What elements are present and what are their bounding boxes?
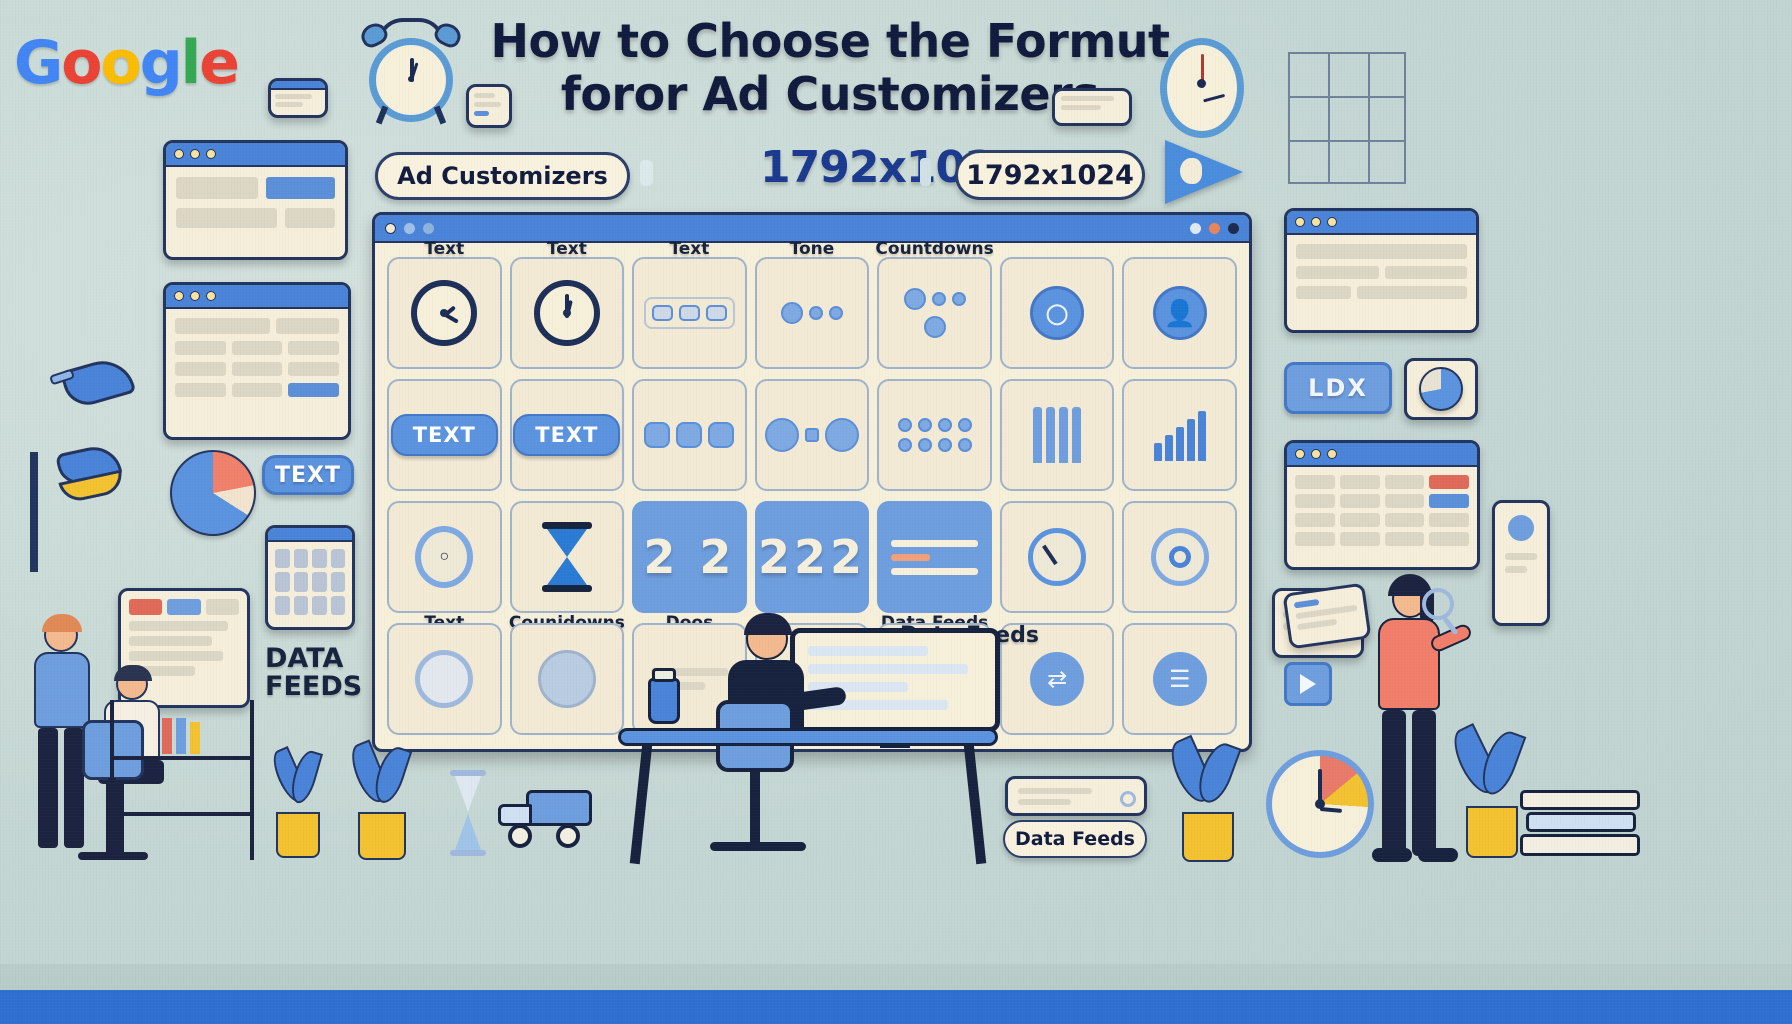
grid-cell-gauge[interactable]	[387, 623, 502, 735]
clock-bottom-right	[1266, 750, 1374, 858]
grid-cell-clock-1[interactable]: Text	[387, 239, 502, 369]
titlebar-dot-2[interactable]	[404, 222, 415, 234]
wall-clock-icon	[1160, 38, 1244, 138]
grid-cell-number-22[interactable]: Doos 2 2	[632, 501, 747, 633]
cell-label-r1c1: Text	[424, 239, 465, 259]
text-chip-left-label: TEXT	[274, 462, 341, 488]
grid-cell-clock-2[interactable]: Text	[509, 239, 625, 369]
grid-cell-text-button-1[interactable]: TEXT	[387, 379, 502, 491]
bar-chart-icon	[1153, 409, 1206, 461]
google-logo: Google	[14, 28, 240, 98]
infographic-canvas: Google How to Choose the Formut foror Ad…	[0, 0, 1792, 1024]
grid-cell-column-bars[interactable]	[999, 379, 1115, 491]
data-feeds-stack-line-1: DATA	[265, 643, 344, 674]
tablet-right	[1282, 582, 1372, 650]
title-line-1: How to Choose the Formut	[490, 14, 1171, 68]
grid-cell-toggles-1[interactable]: Tone	[754, 239, 870, 369]
bottom-data-feeds-pill[interactable]: Data Feeds	[1003, 820, 1147, 858]
grid-cell-nav-chips[interactable]	[632, 379, 747, 491]
logo-letter-l: l	[180, 28, 202, 98]
grid-cell-icon-matrix[interactable]	[877, 379, 992, 491]
play-triangle-icon[interactable]	[1165, 140, 1243, 204]
cell-label-r1c3: Text	[669, 239, 710, 259]
cell-label-r1c4: Tone	[789, 239, 835, 259]
text-chip-left[interactable]: TEXT	[262, 455, 354, 495]
doc-thumb-right	[1052, 88, 1132, 126]
titlebar-dot-max[interactable]	[1209, 222, 1220, 234]
grid-cell-countdowns[interactable]: Countdowns	[875, 239, 994, 369]
desk-lamp-lower	[28, 430, 168, 572]
cup-center	[648, 668, 682, 724]
right-play-tile[interactable]	[1284, 662, 1332, 706]
doc-thumb-left	[268, 78, 328, 118]
grid-cell-data-feeds[interactable]: Data Feeds	[877, 501, 992, 633]
bottom-strip	[0, 990, 1792, 1024]
logo-letter-e: e	[199, 28, 240, 98]
play-icon	[1300, 674, 1316, 694]
truck-icon	[498, 782, 594, 854]
logo-letter-o1: o	[61, 28, 102, 98]
grid-cell-clock-pair[interactable]	[754, 379, 870, 491]
titlebar-dot-1[interactable]	[385, 222, 396, 234]
dimensions-badge[interactable]: 1792x1024	[955, 150, 1145, 200]
grid-cell-bar-chart[interactable]	[1122, 379, 1237, 491]
text-button-1-label: TEXT	[390, 414, 498, 456]
plant-bottom-left-1	[267, 745, 324, 860]
plant-bottom-right	[1446, 722, 1528, 862]
grid-sketch-decoration	[1288, 52, 1406, 184]
desk-lamp-upper	[42, 340, 162, 420]
right-pie-card	[1404, 358, 1478, 420]
data-feeds-lines-icon	[891, 533, 978, 582]
floor-band	[0, 964, 1792, 990]
logo-letter-g2: g	[139, 28, 183, 98]
small-token-icon	[920, 158, 931, 186]
play-triangle-hole	[1180, 158, 1202, 184]
bottom-list-card	[1005, 776, 1147, 816]
cell-label-r1c5: Countdowns	[875, 239, 994, 259]
grid-cell-speedometer[interactable]	[999, 501, 1115, 613]
right-phone-card	[1492, 500, 1550, 626]
grid-cell-clock-badge-1[interactable]: ◯	[999, 257, 1115, 369]
titlebar-dot-min[interactable]	[1190, 222, 1201, 234]
desk-center	[618, 728, 998, 865]
plant-bottom-center	[1163, 734, 1244, 864]
logo-letter-o2: o	[100, 28, 141, 98]
big-number-1: 2 2	[643, 530, 736, 584]
titlebar-dot-3[interactable]	[423, 222, 434, 234]
books-bottom-right	[1520, 790, 1640, 860]
data-feeds-stack-label: DATA FEEDS	[265, 643, 363, 703]
text-button-2-label: TEXT	[513, 414, 621, 456]
ldx-tile[interactable]: LDX	[1284, 362, 1392, 414]
grid-cell-user-badge[interactable]: 👤	[1122, 257, 1237, 369]
magnifier-icon	[1422, 588, 1466, 638]
hourglass-bottom	[450, 770, 486, 856]
plant-bottom-left-2	[345, 739, 413, 862]
titlebar-dot-close[interactable]	[1228, 222, 1239, 234]
grid-cell-circle-plain[interactable]	[509, 623, 625, 735]
grid-cell-dial[interactable]: Text ○	[387, 501, 502, 633]
shelf-left	[110, 700, 260, 860]
data-feeds-stack-line-2: FEEDS	[265, 671, 363, 703]
grid-cell-hourglass[interactable]: Counidowns	[509, 501, 625, 633]
cell-label-r1c2: Text	[546, 239, 587, 259]
grid-cell-text-button-2[interactable]: TEXT	[509, 379, 625, 491]
ad-customizers-badge[interactable]: Ad Customizers	[375, 152, 630, 200]
right-browser-card-1	[1284, 208, 1479, 333]
small-token-icon-2	[640, 160, 653, 186]
left-browser-card-1	[163, 140, 348, 260]
grid-cell-table-1[interactable]: Text	[632, 239, 747, 369]
left-browser-card-2	[163, 282, 351, 440]
grid-cell-document[interactable]: ☰	[1122, 623, 1237, 735]
ldx-tile-label: LDX	[1308, 374, 1368, 402]
grid-cell-target[interactable]	[1122, 501, 1237, 613]
logo-letter-g: G	[14, 28, 63, 98]
keypad-card-left	[265, 525, 355, 630]
big-number-2: 222	[757, 530, 866, 584]
right-browser-card-2	[1284, 440, 1480, 570]
grid-cell-number-222[interactable]: 222	[754, 501, 870, 613]
doc-thumb-title	[466, 84, 512, 128]
alarm-clock-icon	[357, 18, 465, 125]
pie-chart-left	[170, 450, 256, 536]
